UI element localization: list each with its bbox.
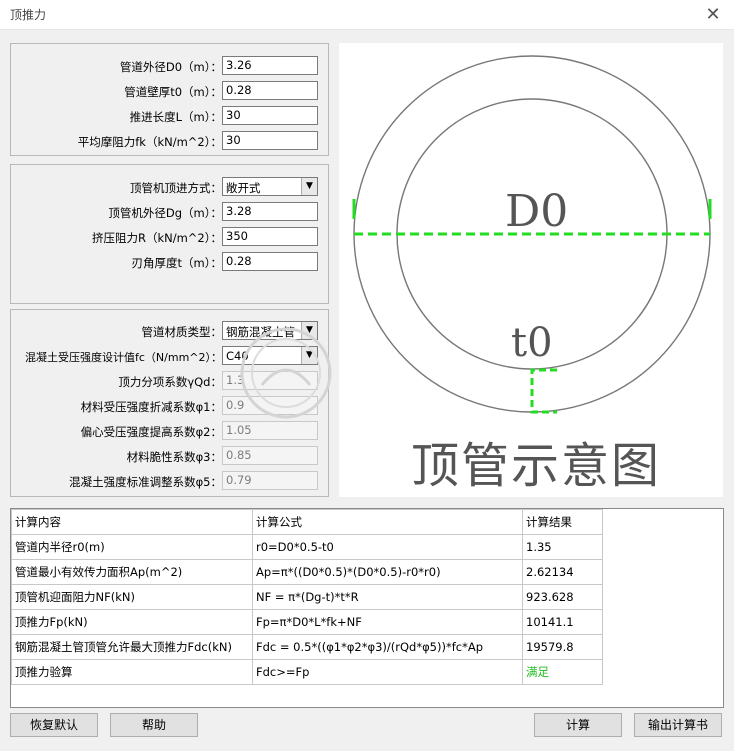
help-button[interactable]: 帮助 xyxy=(110,713,198,737)
pipe-wall-input[interactable]: 0.28 xyxy=(222,81,318,100)
row-result: 19579.8 xyxy=(522,634,603,660)
gamma-label: 顶力分项系数γQd： xyxy=(118,375,222,389)
row-item: 顶推力验算 xyxy=(11,659,253,685)
wall-bracket xyxy=(530,368,557,414)
table-header-row: 计算内容 计算公式 计算结果 xyxy=(11,509,603,535)
pipe-diameter-label: 管道外径D0（m）： xyxy=(119,60,222,74)
blade-label: 刃角厚度t（m）： xyxy=(131,256,222,270)
machine-diameter-label: 顶管机外径Dg（m）： xyxy=(108,206,222,220)
row-result: 10141.1 xyxy=(522,609,603,635)
diagram-caption: 顶管示意图 xyxy=(411,438,662,494)
calc-table: 计算内容 计算公式 计算结果 管道内半径r0(m) r0=D0*0.5-t0 1… xyxy=(11,509,603,685)
row-formula: Ap=π*((D0*0.5)*(D0*0.5)-r0*r0) xyxy=(252,559,523,585)
close-icon[interactable]: ✕ xyxy=(702,4,724,26)
phi3-row: 材料脆性系数φ3： 0.85 xyxy=(11,446,330,466)
calculate-button[interactable]: 计算 xyxy=(534,713,622,737)
header-formula: 计算公式 xyxy=(252,509,523,535)
phi3-input: 0.85 xyxy=(222,446,318,465)
machine-params-group: 顶管机顶进方式： 敞开式 ▼ 顶管机外径Dg（m）： 3.28 挤压阻力R（kN… xyxy=(10,164,329,304)
table-row[interactable]: 管道内半径r0(m) r0=D0*0.5-t0 1.35 xyxy=(11,534,603,560)
phi2-input: 1.05 xyxy=(222,421,318,440)
method-select[interactable]: 敞开式 ▼ xyxy=(222,177,318,196)
table-row[interactable]: 顶推力验算 Fdc>=Fp 满足 xyxy=(11,659,603,685)
d0-label: D0 xyxy=(505,186,569,237)
chevron-down-icon[interactable]: ▼ xyxy=(301,178,317,195)
pipe-diagram: D0 t0 顶管示意图 xyxy=(339,43,723,497)
header-result: 计算结果 xyxy=(522,509,603,535)
t0-label: t0 xyxy=(511,320,553,366)
row-result-ok: 满足 xyxy=(522,659,603,685)
pipe-diameter-row: 管道外径D0（m）： 3.26 xyxy=(11,56,330,76)
title-bar: 顶推力 ✕ xyxy=(0,0,734,30)
blade-input[interactable]: 0.28 xyxy=(222,252,318,271)
header-item: 计算内容 xyxy=(11,509,253,535)
row-formula: NF = π*(Dg-t)*t*R xyxy=(252,584,523,610)
row-formula: Fp=π*D0*L*fk+NF xyxy=(252,609,523,635)
table-row[interactable]: 顶推力Fp(kN) Fp=π*D0*L*fk+NF 10141.1 xyxy=(11,609,603,635)
watermark-logo xyxy=(240,327,332,419)
reset-default-button[interactable]: 恢复默认 xyxy=(10,713,98,737)
phi5-label: 混凝土强度标准调整系数φ5： xyxy=(69,475,222,489)
calc-table-panel[interactable]: 计算内容 计算公式 计算结果 管道内半径r0(m) r0=D0*0.5-t0 1… xyxy=(10,508,724,708)
push-length-input[interactable]: 30 xyxy=(222,106,318,125)
row-item: 管道内半径r0(m) xyxy=(11,534,253,560)
extrusion-label: 挤压阻力R（kN/m^2）： xyxy=(91,231,222,245)
material-type-label: 管道材质类型： xyxy=(141,325,223,339)
row-result: 923.628 xyxy=(522,584,603,610)
row-formula: Fdc>=Fp xyxy=(252,659,523,685)
window-title: 顶推力 xyxy=(10,8,47,22)
extrusion-row: 挤压阻力R（kN/m^2）： 350 xyxy=(11,227,330,247)
row-result: 1.35 xyxy=(522,534,603,560)
method-row: 顶管机顶进方式： 敞开式 ▼ xyxy=(11,177,330,197)
pipe-wall-label: 管道壁厚t0（m）： xyxy=(124,85,222,99)
row-item: 顶管机迎面阻力NF(kN) xyxy=(11,584,253,610)
table-row[interactable]: 管道最小有效传力面积Ap(m^2) Ap=π*((D0*0.5)*(D0*0.5… xyxy=(11,559,603,585)
machine-diameter-input[interactable]: 3.28 xyxy=(222,202,318,221)
friction-row: 平均摩阻力fk（kN/m^2）： 30 xyxy=(11,131,330,151)
row-formula: Fdc = 0.5*((φ1*φ2*φ3)/(rQd*φ5))*fc*Ap xyxy=(252,634,523,660)
phi3-label: 材料脆性系数φ3： xyxy=(126,450,222,464)
push-length-row: 推进长度L（m）： 30 xyxy=(11,106,330,126)
table-row[interactable]: 钢筋混凝土管顶管允许最大顶推力Fdc(kN) Fdc = 0.5*((φ1*φ2… xyxy=(11,634,603,660)
concrete-grade-label: 混凝土受压强度设计值fc（N/mm^2）： xyxy=(25,351,222,364)
table-row[interactable]: 顶管机迎面阻力NF(kN) NF = π*(Dg-t)*t*R 923.628 xyxy=(11,584,603,610)
export-report-button[interactable]: 输出计算书 xyxy=(634,713,722,737)
phi2-label: 偏心受压强度提高系数φ2： xyxy=(80,425,222,439)
method-value: 敞开式 xyxy=(226,181,261,195)
blade-row: 刃角厚度t（m）： 0.28 xyxy=(11,252,330,272)
phi2-row: 偏心受压强度提高系数φ2： 1.05 xyxy=(11,421,330,441)
push-length-label: 推进长度L（m）： xyxy=(129,110,222,124)
row-formula: r0=D0*0.5-t0 xyxy=(252,534,523,560)
friction-input[interactable]: 30 xyxy=(222,131,318,150)
phi1-label: 材料受压强度折减系数φ1： xyxy=(80,400,222,414)
machine-diameter-row: 顶管机外径Dg（m）： 3.28 xyxy=(11,202,330,222)
pipe-params-group: 管道外径D0（m）： 3.26 管道壁厚t0（m）： 0.28 推进长度L（m）… xyxy=(10,43,329,156)
method-label: 顶管机顶进方式： xyxy=(130,181,222,195)
phi5-row: 混凝土强度标准调整系数φ5： 0.79 xyxy=(11,471,330,491)
row-item: 管道最小有效传力面积Ap(m^2) xyxy=(11,559,253,585)
pipe-wall-row: 管道壁厚t0（m）： 0.28 xyxy=(11,81,330,101)
friction-label: 平均摩阻力fk（kN/m^2）： xyxy=(77,135,222,149)
row-item: 钢筋混凝土管顶管允许最大顶推力Fdc(kN) xyxy=(11,634,253,660)
row-item: 顶推力Fp(kN) xyxy=(11,609,253,635)
row-result: 2.62134 xyxy=(522,559,603,585)
phi5-input: 0.79 xyxy=(222,471,318,490)
pipe-diameter-input[interactable]: 3.26 xyxy=(222,56,318,75)
extrusion-input[interactable]: 350 xyxy=(222,227,318,246)
